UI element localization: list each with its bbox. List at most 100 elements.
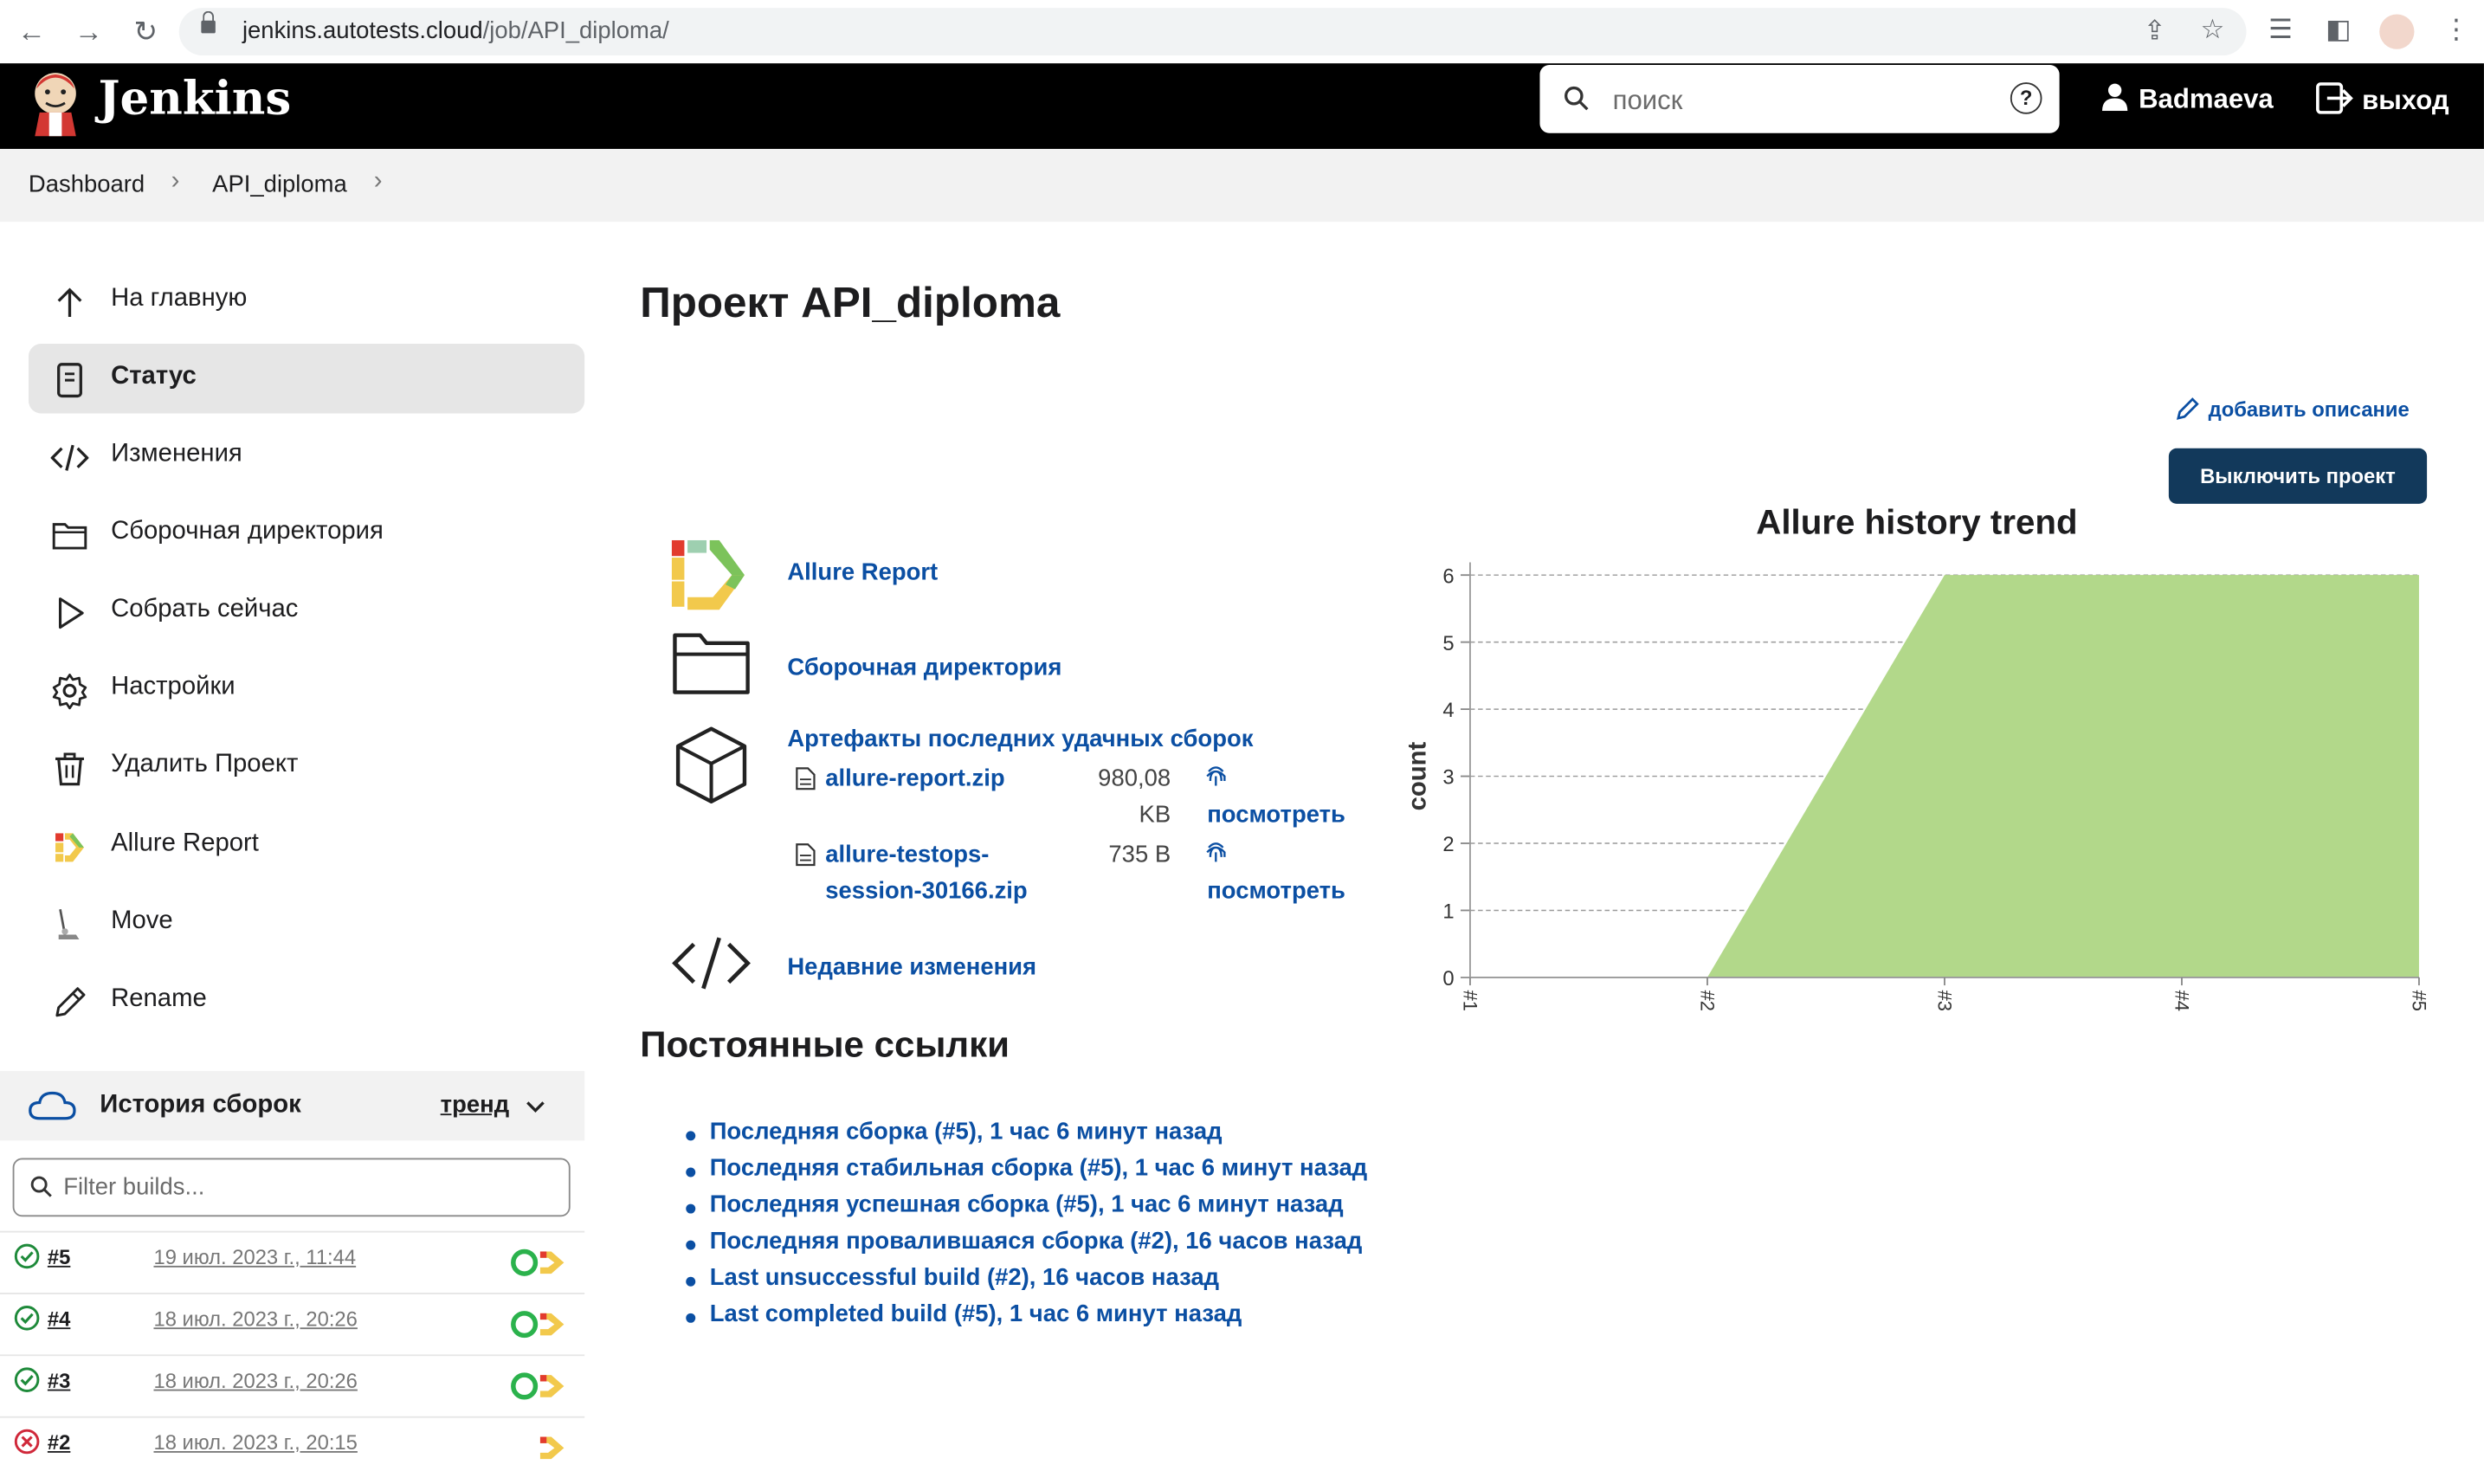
allure-report-link[interactable]: Allure Report: [787, 559, 938, 586]
permalink-item[interactable]: Последняя провалившаяся сборка (#2), 16 …: [684, 1228, 1367, 1264]
x-tick-label: #1: [1460, 990, 1481, 1011]
arrow-up-icon: [57, 287, 82, 317]
build-row: #5 19 июл. 2023 г., 11:44: [0, 1230, 585, 1293]
y-tick-label: 4: [1442, 699, 1454, 722]
jenkins-logo-icon[interactable]: [29, 70, 82, 137]
build-number-link[interactable]: #3: [48, 1369, 70, 1392]
artifacts-title-link[interactable]: Артефакты последних удачных сборок: [787, 726, 1253, 752]
permalink-item[interactable]: Last completed build (#5), 1 час 6 минут…: [684, 1300, 1367, 1337]
user-link[interactable]: Badmaeva: [2100, 82, 2274, 115]
artifact-link[interactable]: allure-testops-: [825, 842, 989, 868]
sidebar-item-status[interactable]: Статус: [28, 344, 585, 414]
sidebar-item-home[interactable]: На главную: [29, 266, 584, 336]
allure-badge-icon[interactable]: [510, 1372, 567, 1401]
sidebar-item-label: Сборочная директория: [111, 518, 384, 545]
chevron-right-icon: ›: [171, 167, 180, 196]
trend-link[interactable]: тренд: [441, 1092, 509, 1119]
back-icon[interactable]: ←: [16, 16, 48, 48]
fingerprint-icon[interactable]: [1204, 762, 1228, 790]
build-number-link[interactable]: #5: [48, 1245, 70, 1268]
pencil-icon[interactable]: [2175, 396, 2200, 421]
jenkins-brand[interactable]: Jenkins: [98, 71, 291, 125]
file-icon: [796, 843, 816, 867]
url-text: jenkins.autotests.cloud/job/API_diploma/: [242, 17, 669, 45]
sidebar-item-workspace[interactable]: Сборочная директория: [29, 499, 584, 569]
chevron-right-icon[interactable]: ›: [374, 168, 383, 197]
sidebar-item-label: Собрать сейчас: [111, 595, 299, 623]
build-number-link[interactable]: #4: [48, 1307, 70, 1331]
user-icon: [2102, 83, 2128, 112]
build-date-link[interactable]: 19 июл. 2023 г., 11:44: [153, 1245, 356, 1268]
sidebar-item-allure-report[interactable]: Allure Report: [29, 811, 584, 881]
build-row: #3 18 июл. 2023 г., 20:26: [0, 1354, 585, 1416]
trash-icon: [55, 752, 84, 786]
build-date-link[interactable]: 18 июл. 2023 г., 20:26: [153, 1307, 357, 1331]
sidebar-item-build-now[interactable]: Собрать сейчас: [29, 577, 584, 647]
permalink-item[interactable]: Последняя сборка (#5), 1 час 6 минут наз…: [684, 1119, 1367, 1155]
build-date-link[interactable]: 18 июл. 2023 г., 20:15: [153, 1430, 357, 1454]
recent-changes-link[interactable]: Недавние изменения: [787, 953, 1036, 980]
filter-builds-input[interactable]: Filter builds...: [12, 1158, 571, 1217]
build-date-link[interactable]: 18 июл. 2023 г., 20:26: [153, 1369, 357, 1392]
address-bar[interactable]: jenkins.autotests.cloud/job/API_diploma/…: [178, 8, 2247, 56]
share-icon[interactable]: ⇪: [2144, 16, 2166, 48]
help-icon[interactable]: ?: [2010, 82, 2042, 114]
workspace-link[interactable]: Сборочная директория: [787, 655, 1061, 681]
breadcrumb-dashboard[interactable]: Dashboard: [29, 171, 145, 198]
reading-list-icon[interactable]: ☰: [2268, 14, 2293, 46]
failed-x-icon: [14, 1429, 40, 1455]
search-box[interactable]: поиск ?: [1539, 65, 2060, 133]
play-icon: [58, 597, 84, 629]
code-icon: [672, 937, 751, 990]
artifact-link-cont[interactable]: session-30166.zip: [825, 878, 1027, 905]
allure-logo-icon: [671, 539, 745, 610]
allure-icon: [55, 833, 84, 862]
menu-dots-icon[interactable]: ⋮: [2442, 14, 2469, 46]
cloud-icon: [29, 1091, 76, 1120]
search-input[interactable]: поиск: [1613, 86, 1683, 118]
view-artifact-link[interactable]: посмотреть: [1207, 802, 1345, 829]
artifact-link[interactable]: allure-report.zip: [825, 765, 1004, 792]
view-artifact-link[interactable]: посмотреть: [1207, 878, 1345, 905]
sidebar-item-settings[interactable]: Настройки: [29, 655, 584, 725]
side-panel-icon[interactable]: ◧: [2326, 14, 2351, 46]
permalink-item[interactable]: Last unsuccessful build (#2), 16 часов н…: [684, 1264, 1367, 1300]
logout-icon: [2316, 82, 2353, 114]
permalinks-list: Последняя сборка (#5), 1 час 6 минут наз…: [684, 1119, 1367, 1337]
x-tick-label: #2: [1697, 990, 1719, 1011]
y-tick-label: 2: [1442, 833, 1454, 856]
allure-trend-chart[interactable]: 0 1 2 3 4 5 6 #1 #2 #3 #4 #5 count: [1394, 546, 2440, 1037]
artifact-size: 735 B: [1108, 841, 1171, 868]
sidebar-item-move[interactable]: Move: [29, 888, 584, 958]
allure-badge-icon[interactable]: [510, 1310, 567, 1339]
disable-project-button[interactable]: Выключить проект: [2168, 448, 2428, 504]
page-title: Проект API_diploma: [640, 279, 1061, 326]
breadcrumb-project[interactable]: API_diploma: [212, 171, 347, 198]
permalink-item[interactable]: Последняя стабильная сборка (#5), 1 час …: [684, 1155, 1367, 1191]
sidebar-item-changes[interactable]: Изменения: [29, 422, 584, 492]
sidebar-item-label: Изменения: [111, 440, 242, 468]
bookmark-star-icon[interactable]: ☆: [2200, 14, 2224, 46]
success-check-icon: [14, 1243, 40, 1269]
sidebar-item-delete-project[interactable]: Удалить Проект: [29, 732, 584, 802]
add-description-link[interactable]: добавить описание: [2209, 397, 2410, 421]
logout-link[interactable]: выход: [2316, 82, 2449, 117]
series-area: [1469, 575, 2419, 978]
sidebar-item-label: На главную: [111, 285, 248, 313]
folder-icon: [52, 523, 87, 550]
reload-icon[interactable]: ↻: [130, 16, 162, 48]
allure-badge-icon[interactable]: [510, 1248, 567, 1277]
profile-avatar[interactable]: [2379, 14, 2415, 49]
gear-icon: [52, 674, 87, 710]
fingerprint-icon[interactable]: [1204, 838, 1228, 867]
build-number-link[interactable]: #2: [48, 1430, 70, 1454]
allure-badge-icon[interactable]: [539, 1434, 567, 1462]
x-tick-label: #5: [2409, 990, 2430, 1011]
permalink-item[interactable]: Последняя успешная сборка (#5), 1 час 6 …: [684, 1191, 1367, 1228]
folder-icon: [673, 633, 750, 694]
y-axis-label: count: [1404, 741, 1432, 810]
sidebar-item-rename[interactable]: Rename: [29, 966, 584, 1036]
sidebar-item-label: Настройки: [111, 673, 235, 700]
chevron-down-icon[interactable]: [525, 1100, 547, 1113]
forward-icon[interactable]: →: [73, 16, 105, 48]
